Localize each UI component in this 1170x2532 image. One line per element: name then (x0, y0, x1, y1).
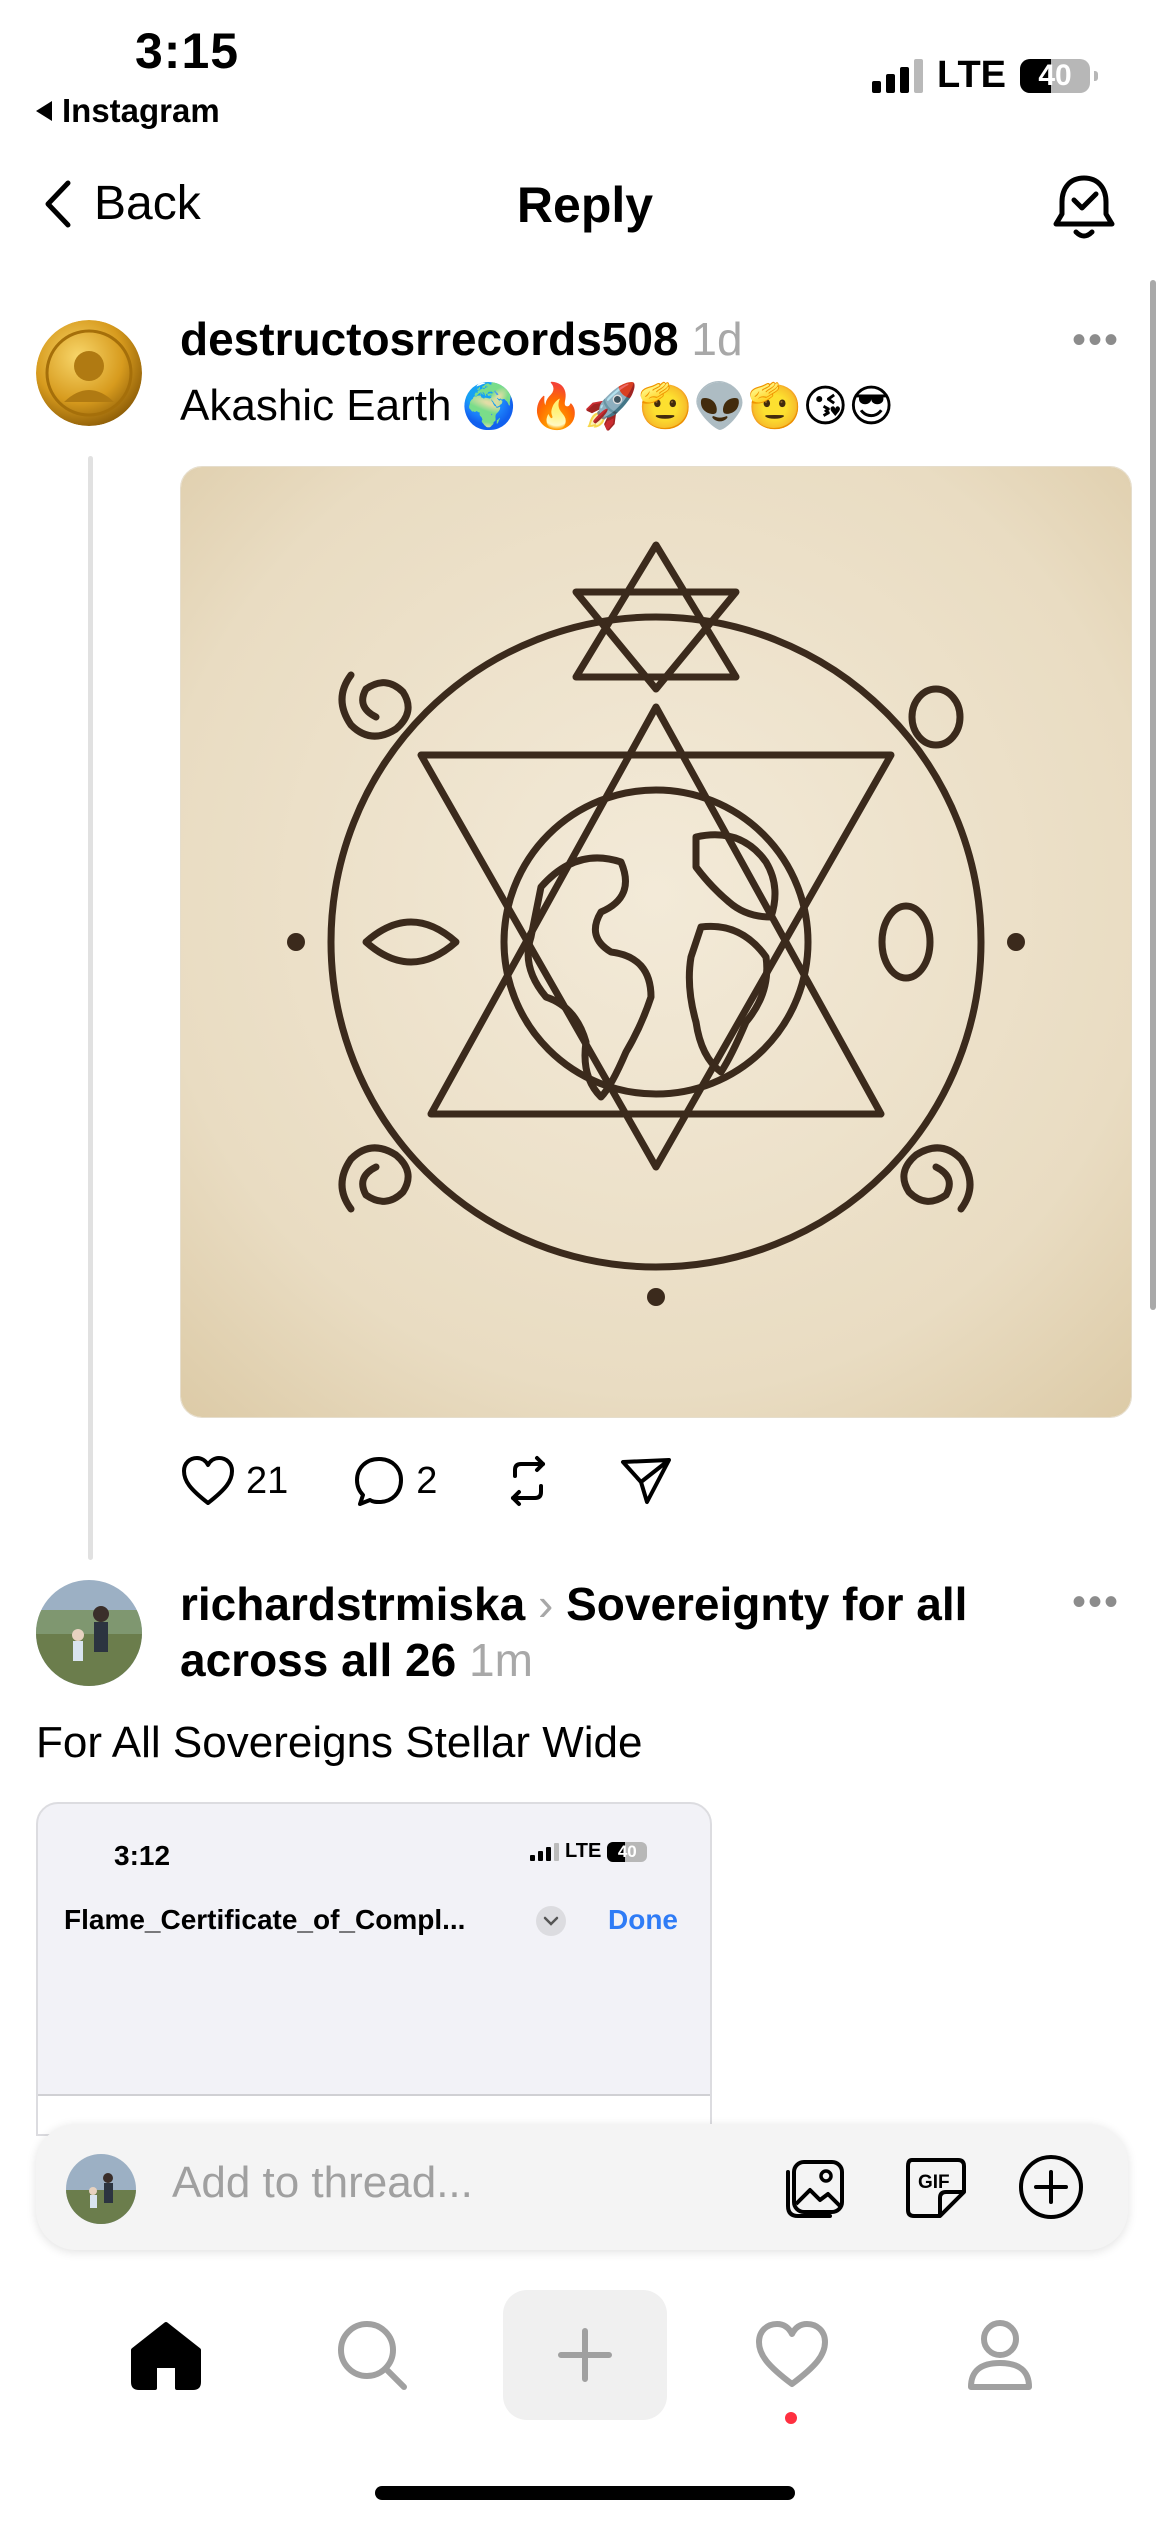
scrollbar[interactable] (1150, 280, 1156, 1310)
thread-composer[interactable]: Add to thread... GIF (36, 2124, 1128, 2250)
back-triangle-icon (36, 101, 52, 121)
home-indicator[interactable] (375, 2486, 795, 2500)
tab-profile[interactable] (918, 2290, 1082, 2420)
username[interactable]: destructosrrecords508 (180, 313, 679, 365)
heart-icon (182, 1456, 234, 1505)
status-indicators: LTE 40 (872, 54, 1098, 97)
battery-icon: 40 (607, 1841, 648, 1862)
composer-avatar (66, 2154, 136, 2224)
post-header: richardstrmiska › Sovereignty for all ac… (180, 1576, 1030, 1688)
embed-time: 3:12 (114, 1840, 171, 1871)
share-button[interactable] (619, 1454, 673, 1508)
notification-dot (785, 2412, 797, 2424)
gif-button[interactable]: GIF (900, 2152, 970, 2222)
chevron-left-icon (45, 180, 71, 227)
reply-button[interactable]: 2 (352, 1454, 437, 1508)
back-button[interactable]: Back (42, 176, 201, 231)
gallery-icon[interactable] (780, 2152, 850, 2222)
embed-battery: 40 (617, 1841, 637, 1861)
post-actions: 21 2 (180, 1454, 737, 1508)
page-title: Reply (516, 177, 654, 233)
post-time: 1d (691, 313, 743, 365)
done-label: Done (608, 1904, 678, 1935)
gif-label: GIF (918, 2172, 950, 2193)
battery-icon: 40 (1020, 58, 1098, 93)
composer-input[interactable]: Add to thread... (172, 2158, 473, 2208)
repost-button[interactable] (501, 1454, 555, 1508)
heart-icon (756, 2321, 828, 2387)
post-time: 1m (468, 1634, 533, 1686)
tab-activity[interactable] (710, 2290, 874, 2420)
profile-icon (968, 2320, 1032, 2390)
signal-icon (530, 1842, 559, 1861)
back-to-app-button[interactable]: Instagram (36, 92, 220, 130)
thread-line (88, 456, 93, 1560)
tab-create[interactable] (503, 2290, 667, 2420)
network-label: LTE (937, 54, 1006, 96)
home-icon (131, 2322, 201, 2390)
post-image[interactable] (180, 466, 1132, 1418)
post-header: destructosrrecords508 1d (180, 312, 743, 366)
tab-search[interactable] (290, 2290, 454, 2420)
topic-separator: › (537, 1578, 554, 1630)
search-icon (338, 2321, 407, 2390)
back-app-label: Instagram (62, 92, 220, 129)
embed-status: LTE 40 (530, 1840, 648, 1863)
like-button[interactable]: 21 (180, 1455, 288, 1507)
reply-count: 2 (416, 1459, 438, 1502)
chevron-down-icon (536, 1906, 566, 1936)
battery-level: 40 (1038, 58, 1072, 92)
bell-check-icon[interactable] (1052, 172, 1116, 242)
comment-icon (355, 1457, 404, 1506)
like-count: 21 (246, 1459, 289, 1502)
back-label: Back (94, 177, 201, 230)
repost-icon (511, 1456, 546, 1506)
file-title: Flame_Certificate_of_Compl... (64, 1904, 466, 1935)
send-icon (621, 1458, 672, 1504)
avatar[interactable] (36, 1580, 142, 1686)
post-caption: Akashic Earth (180, 381, 452, 430)
plus-icon (558, 2328, 612, 2382)
add-button[interactable] (1016, 2152, 1086, 2222)
more-options-button[interactable]: ••• (1072, 1580, 1120, 1625)
status-time: 3:15 (135, 23, 240, 79)
tab-home[interactable] (84, 2290, 248, 2420)
embedded-screenshot[interactable]: 3:12 LTE 40 Flame_Certificate_of_Compl..… (36, 1802, 712, 2136)
username[interactable]: richardstrmiska (180, 1578, 525, 1630)
avatar[interactable] (36, 320, 142, 426)
post-text: For All Sovereigns Stellar Wide (36, 1718, 643, 1767)
more-options-button[interactable]: ••• (1072, 318, 1120, 363)
post-emojis: 🌍 🔥🚀🫡👽🫡😘😎 (461, 382, 895, 431)
embed-network: LTE (565, 1840, 602, 1862)
post-text: Akashic Earth 🌍 🔥🚀🫡👽🫡😘😎 (180, 380, 894, 432)
signal-icon (872, 58, 924, 93)
